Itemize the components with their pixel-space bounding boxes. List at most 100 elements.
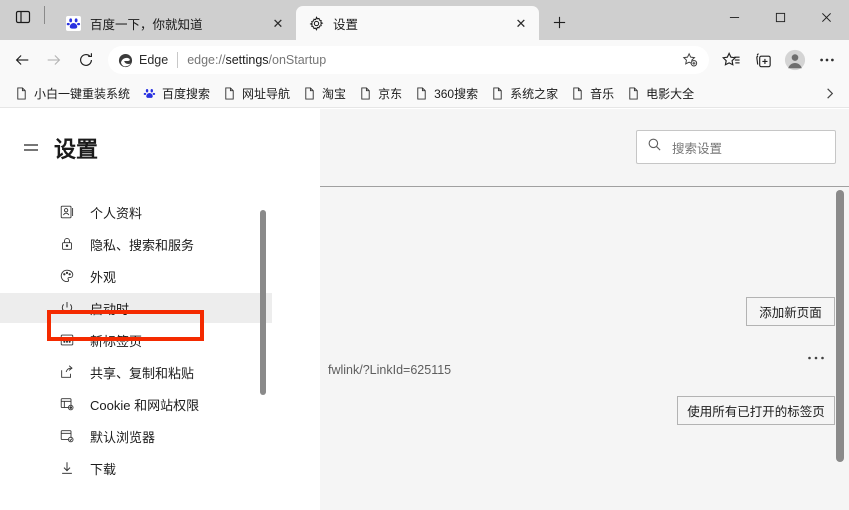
sidebar-item-new-tab-page[interactable]: 新标签页 <box>0 325 272 355</box>
favorites-icon[interactable] <box>715 44 747 76</box>
bookmark-item[interactable]: 系统之家 <box>484 82 564 105</box>
favorite-add-icon[interactable] <box>677 47 703 73</box>
maximize-button[interactable] <box>757 0 803 34</box>
sidebar-item-default-browser[interactable]: 默认浏览器 <box>0 421 272 451</box>
bookmark-item[interactable]: 网址导航 <box>216 82 296 105</box>
baidu-paw-icon <box>142 86 157 101</box>
sidebar-item-share-copy-paste[interactable]: 共享、复制和粘贴 <box>0 357 272 387</box>
sidebar-item-appearance[interactable]: 外观 <box>0 261 272 291</box>
settings-content-area: fwlink/?LinkId=625115 添加新页面 使用所有已打开的标签页 <box>320 186 849 510</box>
settings-sidebar: 个人资料 隐私、搜索和服务 外观 启动时 新标签页 共享、复制和粘贴 Cooki… <box>0 186 320 510</box>
sidebar-item-label: 新标签页 <box>90 333 143 349</box>
tab-title: 百度一下，你就知道 <box>90 17 203 32</box>
new-tab-button[interactable] <box>544 7 574 37</box>
bookmark-item[interactable]: 音乐 <box>564 82 620 105</box>
tab-close-icon[interactable]: ✕ <box>268 13 288 33</box>
add-new-page-button[interactable]: 添加新页面 <box>746 297 835 326</box>
use-all-open-tabs-button[interactable]: 使用所有已打开的标签页 <box>677 396 835 425</box>
bookmark-label: 百度搜索 <box>162 87 211 101</box>
address-bar[interactable]: Edge edge://settings/onStartup <box>108 46 709 74</box>
newtab-icon <box>58 332 75 349</box>
tabstrip-divider <box>44 6 45 24</box>
sidebar-item-label: 下载 <box>90 461 117 477</box>
tabstrip-left-group <box>0 0 53 40</box>
sidebar-item-label: 启动时 <box>90 301 130 317</box>
lock-icon <box>58 236 75 253</box>
bookmark-item[interactable]: 小白一键重装系统 <box>8 82 136 105</box>
baidu-paw-icon <box>65 15 81 31</box>
page-title: 设置 <box>54 136 99 162</box>
sidebar-item-profile[interactable]: 个人资料 <box>0 197 272 227</box>
bookmark-item[interactable]: 360搜索 <box>408 82 484 105</box>
cookie-icon <box>58 396 75 413</box>
sidebar-item-label: 个人资料 <box>90 205 143 221</box>
close-button[interactable] <box>803 0 849 34</box>
bookmark-label: 小白一键重装系统 <box>34 87 131 101</box>
bookmark-item[interactable]: 淘宝 <box>296 82 352 105</box>
tab-settings[interactable]: 设置 ✕ <box>296 6 539 40</box>
url-text: edge://settings/onStartup <box>187 53 677 67</box>
hamburger-icon[interactable] <box>14 131 48 165</box>
sidebar-scrollbar-thumb[interactable] <box>260 210 266 395</box>
search-placeholder: 搜索设置 <box>672 141 723 156</box>
bookmarks-overflow-icon[interactable] <box>817 83 841 105</box>
page-icon <box>570 86 585 101</box>
bookmark-item[interactable]: 京东 <box>352 82 408 105</box>
page-icon <box>490 86 505 101</box>
sidebar-item-cookies-permissions[interactable]: Cookie 和网站权限 <box>0 389 272 419</box>
clipped-url-text: fwlink/?LinkId=625115 <box>328 363 452 377</box>
power-icon <box>58 300 75 317</box>
tab-strip: 百度一下，你就知道 ✕ 设置 ✕ <box>0 0 849 40</box>
tab-baidu[interactable]: 百度一下，你就知道 ✕ <box>53 6 296 40</box>
browser-toolbar: Edge edge://settings/onStartup <box>0 40 849 80</box>
sidebar-item-label: 默认浏览器 <box>90 429 156 445</box>
profile-avatar-icon[interactable] <box>779 44 811 76</box>
sidebar-item-label: Cookie 和网站权限 <box>90 397 200 413</box>
profile-card-icon <box>58 204 75 221</box>
collections-icon[interactable] <box>747 44 779 76</box>
page-icon <box>222 86 237 101</box>
download-icon <box>58 460 75 477</box>
gear-icon <box>308 15 324 31</box>
browser-window: 百度一下，你就知道 ✕ 设置 ✕ Edge edge://settings/on… <box>0 0 849 510</box>
bookmark-item[interactable]: 电影大全 <box>620 82 700 105</box>
forward-icon <box>38 44 70 76</box>
settings-header: 设置 <box>0 109 320 186</box>
search-icon <box>647 137 662 157</box>
sidebar-item-downloads[interactable]: 下载 <box>0 453 272 483</box>
settings-nav-list: 个人资料 隐私、搜索和服务 外观 启动时 新标签页 共享、复制和粘贴 Cooki… <box>0 195 272 485</box>
bookmark-label: 电影大全 <box>646 87 695 101</box>
page-icon <box>414 86 429 101</box>
search-settings-input[interactable]: 搜索设置 <box>636 130 836 164</box>
bookmark-label: 京东 <box>378 87 403 101</box>
url-path: /onStartup <box>268 53 327 67</box>
bookmark-item[interactable]: 百度搜索 <box>136 82 216 105</box>
tab-close-icon[interactable]: ✕ <box>511 13 531 33</box>
share-icon <box>58 364 75 381</box>
url-host: settings <box>225 53 269 67</box>
omnibox-divider <box>177 52 179 68</box>
page-icon <box>358 86 373 101</box>
sidebar-item-label: 隐私、搜索和服务 <box>90 237 195 253</box>
row-more-options-icon[interactable] <box>803 348 829 368</box>
sidebar-item-privacy[interactable]: 隐私、搜索和服务 <box>0 229 272 259</box>
tab-title: 设置 <box>333 17 359 32</box>
browser-more-menu-icon[interactable] <box>811 44 843 76</box>
bookmark-label: 360搜索 <box>434 87 479 101</box>
sidebar-scrollbar[interactable] <box>256 186 270 510</box>
bookmark-label: 音乐 <box>590 87 615 101</box>
sidebar-item-on-startup[interactable]: 启动时 <box>0 293 272 323</box>
sidebar-item-label: 共享、复制和粘贴 <box>90 365 195 381</box>
tab-actions-icon[interactable] <box>10 4 36 30</box>
refresh-icon[interactable] <box>70 44 102 76</box>
bookmark-label: 淘宝 <box>322 87 347 101</box>
content-scrollbar-thumb[interactable] <box>836 190 844 462</box>
palette-icon <box>58 268 75 285</box>
page-icon <box>626 86 641 101</box>
page-icon <box>14 86 29 101</box>
page-icon <box>302 86 317 101</box>
bookmarks-bar: 小白一键重装系统 百度搜索 网址导航 淘宝 京东 360搜索 系统之家 音乐 电… <box>0 80 849 108</box>
minimize-button[interactable] <box>711 0 757 34</box>
window-controls <box>711 0 849 34</box>
back-icon[interactable] <box>6 44 38 76</box>
